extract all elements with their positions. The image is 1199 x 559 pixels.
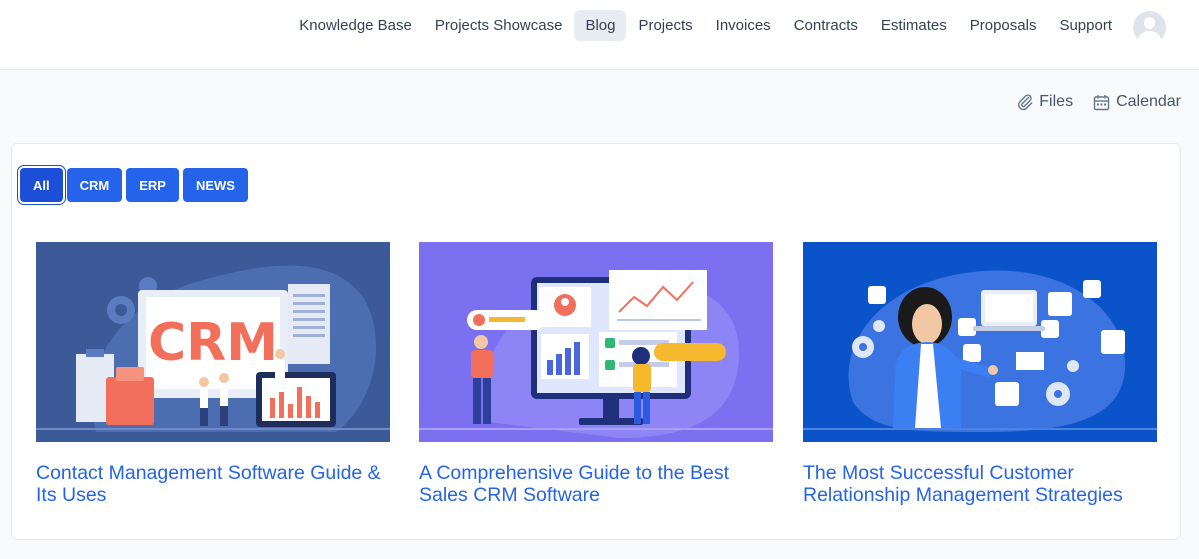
blog-panel: All CRM ERP NEWS CRM Contact Management …: [11, 143, 1181, 540]
crm-logo-text: CRM: [148, 313, 278, 373]
calendar-link[interactable]: Calendar: [1093, 93, 1181, 111]
nav-knowledge-base[interactable]: Knowledge Base: [288, 10, 423, 41]
calendar-icon: [1093, 94, 1110, 110]
top-navbar: Knowledge Base Projects Showcase Blog Pr…: [0, 0, 1199, 70]
calendar-label: Calendar: [1116, 93, 1181, 110]
avatar-body-shape: [1138, 31, 1161, 44]
crm-illustration[interactable]: CRM: [36, 242, 390, 442]
nav-invoices[interactable]: Invoices: [705, 10, 782, 41]
avatar-head-shape: [1144, 17, 1155, 29]
filter-erp[interactable]: ERP: [126, 168, 179, 202]
filter-crm[interactable]: CRM: [66, 168, 123, 202]
paperclip-icon: [1018, 94, 1033, 111]
post-title[interactable]: The Most Successful Customer Relationshi…: [803, 462, 1157, 506]
nav-projects-showcase[interactable]: Projects Showcase: [424, 10, 574, 41]
blog-card[interactable]: The Most Successful Customer Relationshi…: [803, 242, 1157, 506]
nav-projects[interactable]: Projects: [627, 10, 703, 41]
main-nav: Knowledge Base Projects Showcase Blog Pr…: [287, 10, 1123, 41]
blog-card[interactable]: A Comprehensive Guide to the Best Sales …: [419, 242, 773, 506]
crm-strategies-illustration[interactable]: [803, 242, 1157, 442]
nav-blog[interactable]: Blog: [574, 10, 627, 41]
toolbar: Files Calendar: [997, 93, 1181, 111]
files-label: Files: [1039, 93, 1074, 110]
nav-estimates[interactable]: Estimates: [870, 10, 958, 41]
category-filters: All CRM ERP NEWS: [20, 168, 252, 202]
filter-news[interactable]: NEWS: [182, 168, 248, 202]
post-title[interactable]: A Comprehensive Guide to the Best Sales …: [419, 462, 773, 506]
sales-crm-illustration[interactable]: [419, 242, 773, 442]
filter-all[interactable]: All: [20, 168, 63, 202]
user-avatar[interactable]: [1133, 11, 1166, 44]
nav-proposals[interactable]: Proposals: [959, 10, 1048, 41]
nav-support[interactable]: Support: [1048, 10, 1123, 41]
nav-contracts[interactable]: Contracts: [783, 10, 869, 41]
blog-card[interactable]: CRM Contact Management Software Guide & …: [36, 242, 390, 506]
files-link[interactable]: Files: [1017, 93, 1073, 111]
post-title[interactable]: Contact Management Software Guide & Its …: [36, 462, 390, 506]
